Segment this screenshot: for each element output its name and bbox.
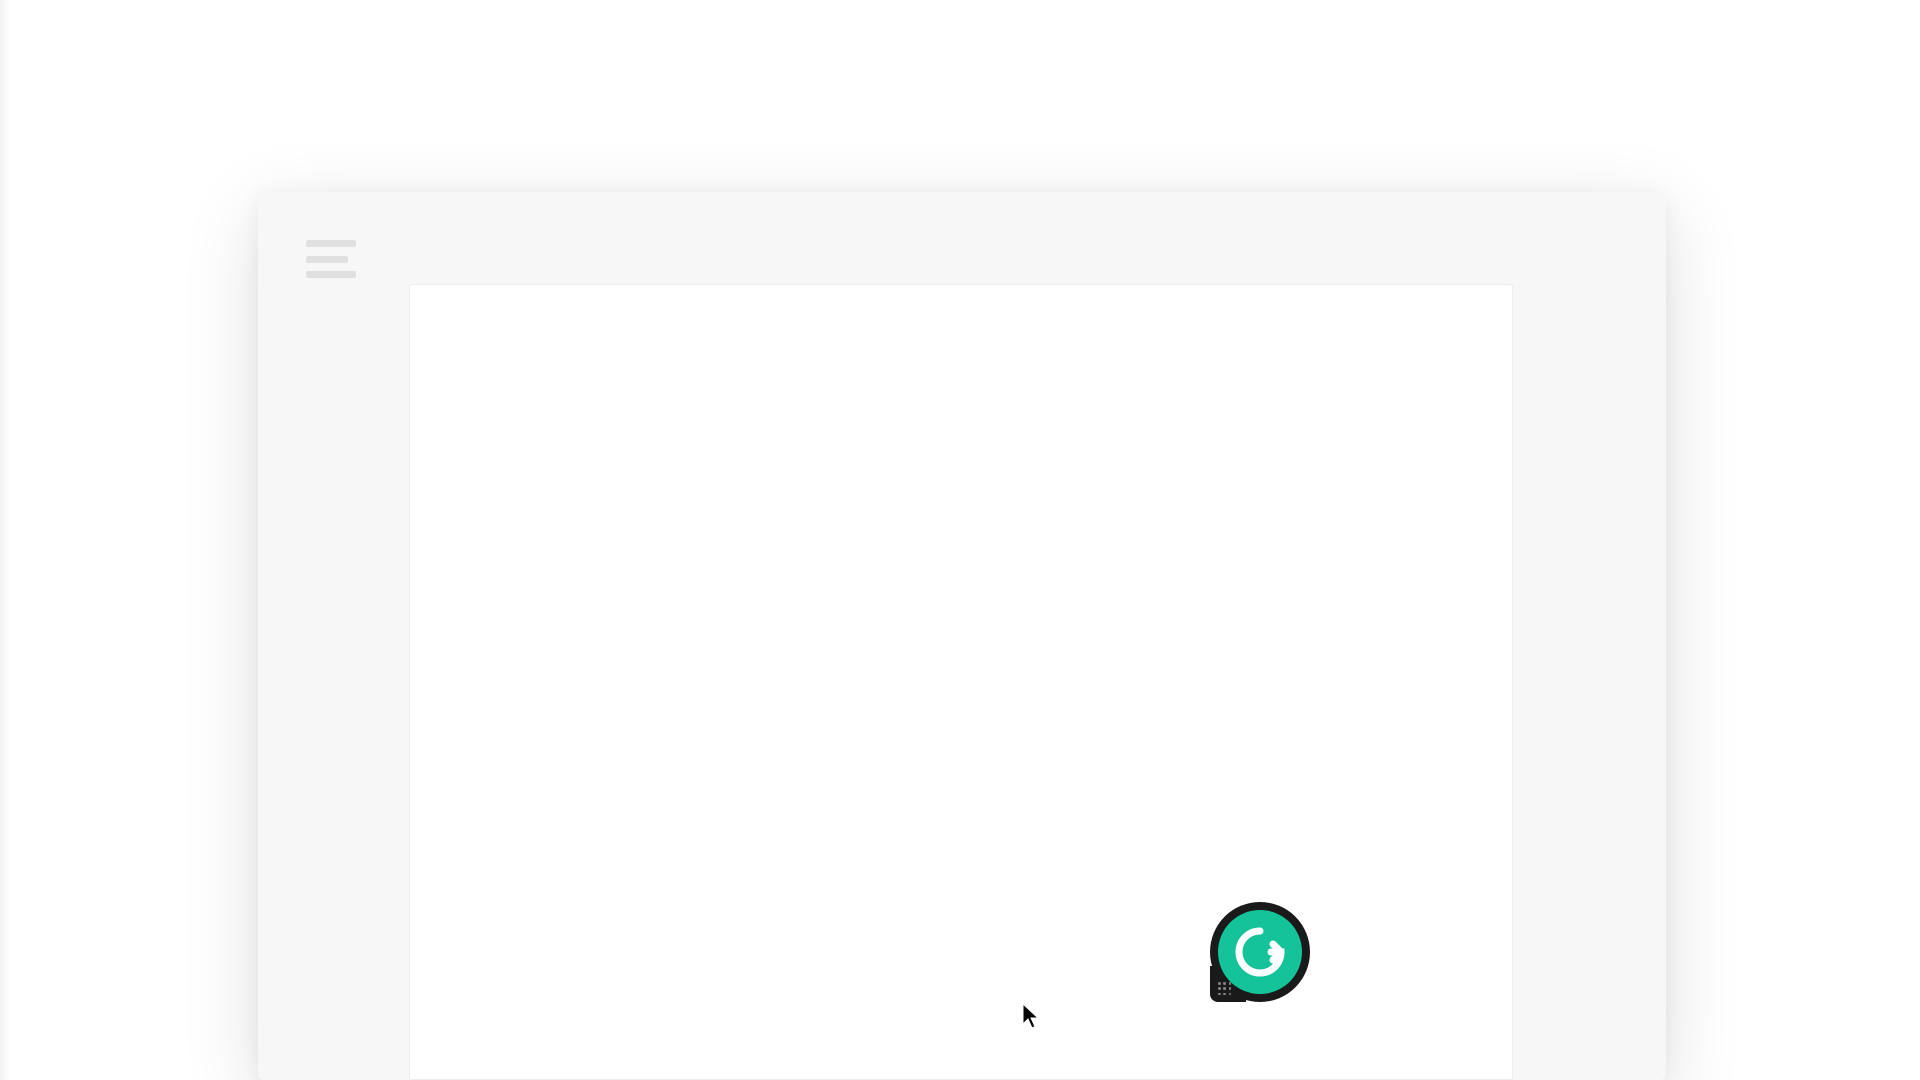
- hamburger-menu-icon[interactable]: [306, 240, 356, 278]
- hamburger-line: [306, 256, 348, 263]
- document-text-area[interactable]: [409, 284, 1513, 1080]
- hamburger-line: [306, 240, 356, 247]
- hamburger-line: [306, 271, 356, 278]
- grammarly-g-icon: [1233, 925, 1287, 979]
- page-edge-shadow: [0, 0, 10, 1080]
- grammarly-floating-widget[interactable]: [1210, 902, 1310, 1002]
- drag-handle-icon[interactable]: [1218, 982, 1232, 996]
